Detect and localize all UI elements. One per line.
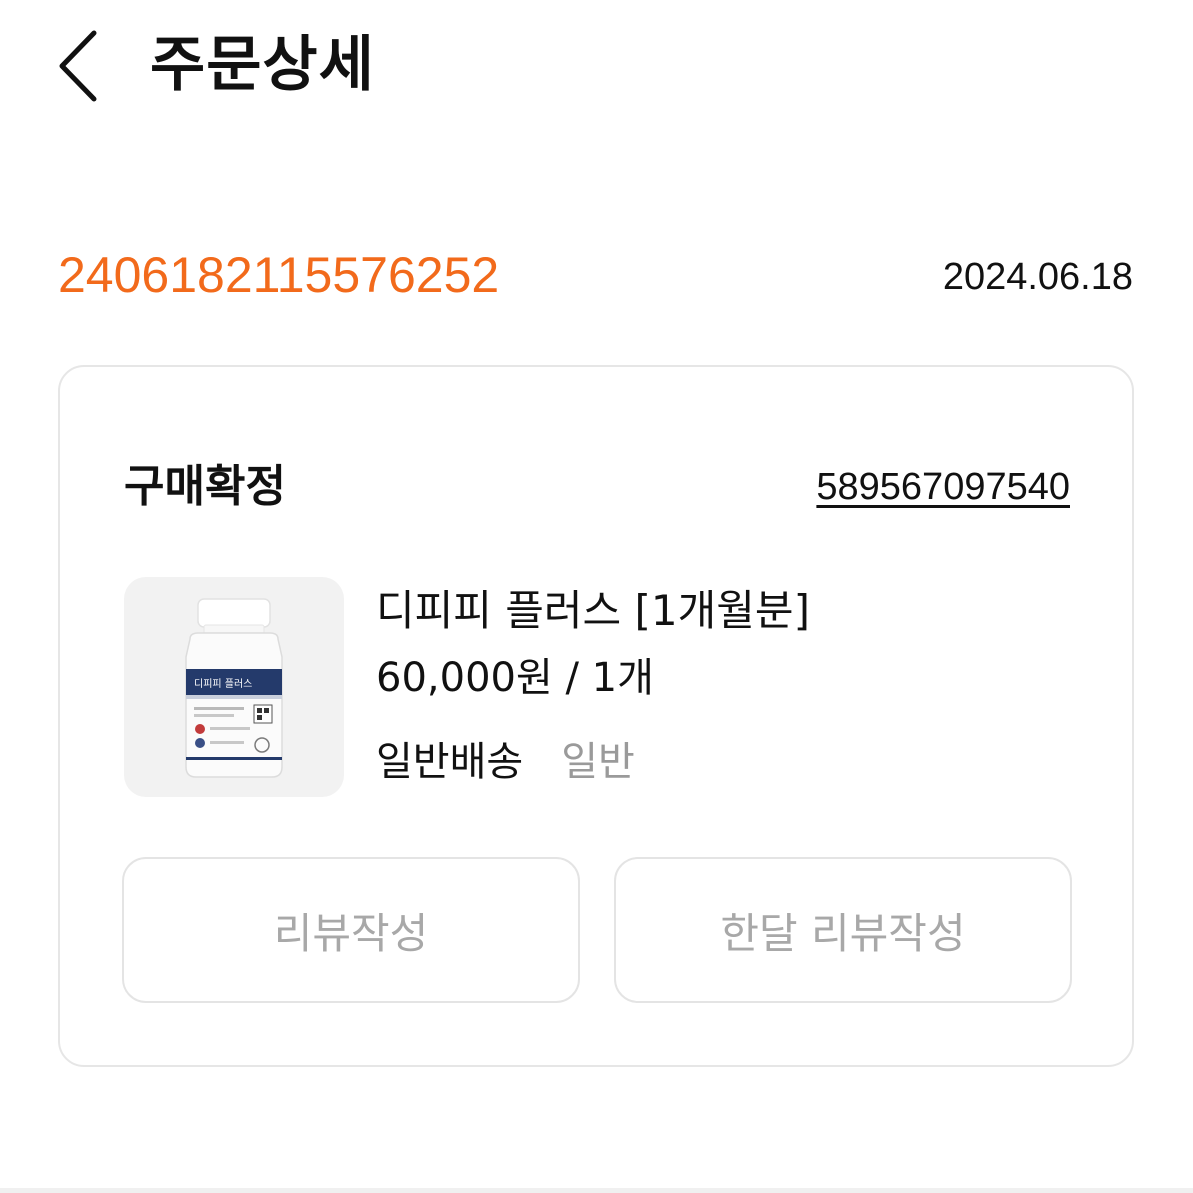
page-title: 주문상세	[150, 30, 375, 100]
order-number: 2406182115576252	[58, 247, 500, 303]
bottom-divider	[0, 1188, 1193, 1193]
bottle-label-text: 디피피 플러스	[194, 678, 252, 690]
write-month-review-button[interactable]: 한달 리뷰작성	[614, 857, 1072, 1003]
product-name[interactable]: 디피피 플러스 [1개월분]	[376, 583, 810, 639]
order-card: 구매확정 589567097540 디피피 플러스 디피피 플러스 [1개월분]…	[58, 365, 1134, 1067]
delivery-info: 일반배송 일반	[376, 735, 635, 789]
chevron-left-icon	[59, 30, 97, 102]
product-price-quantity: 60,000원 / 1개	[376, 655, 654, 701]
supplement-bottle-image: 디피피 플러스	[185, 598, 283, 778]
delivery-subtype: 일반	[561, 739, 635, 785]
delivery-type: 일반배송	[376, 739, 524, 785]
order-status: 구매확정	[124, 461, 286, 512]
back-button[interactable]	[44, 24, 114, 108]
tracking-number-link[interactable]: 589567097540	[816, 459, 1070, 515]
write-review-button[interactable]: 리뷰작성	[122, 857, 580, 1003]
product-image[interactable]: 디피피 플러스	[124, 577, 344, 797]
order-detail-page: 주문상세 2406182115576252 2024.06.18 구매확정 58…	[0, 0, 1193, 1193]
order-date: 2024.06.18	[942, 256, 1133, 298]
